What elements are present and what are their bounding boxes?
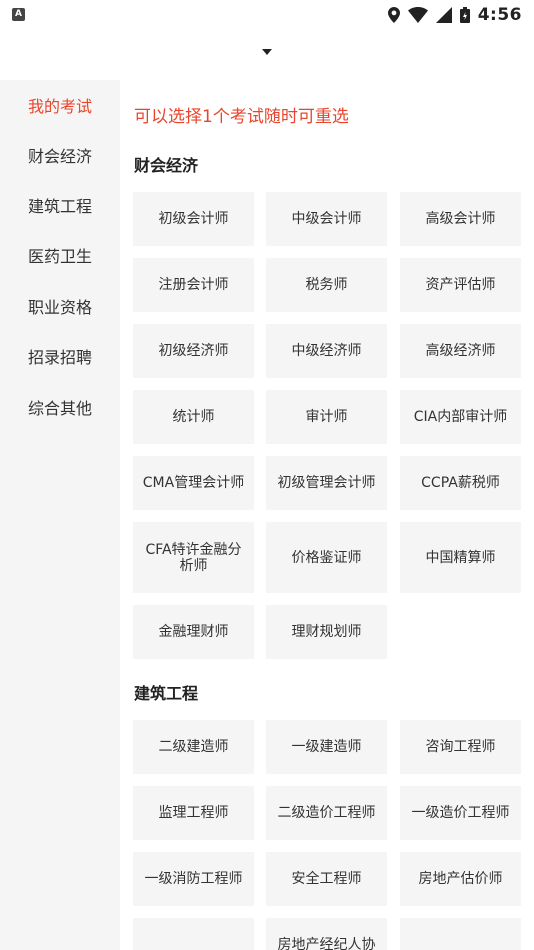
exam-option[interactable]: 初级经济师 (133, 324, 254, 378)
exam-option[interactable]: 统计师 (133, 390, 254, 444)
status-icons: 4:56 (387, 5, 522, 25)
exam-option[interactable]: CMA管理会计师 (133, 456, 254, 510)
location-icon (387, 7, 400, 23)
exam-option[interactable]: CIA内部审计师 (400, 390, 521, 444)
exam-option[interactable]: 安全工程师 (266, 852, 387, 906)
dropdown-arrow-icon[interactable] (262, 49, 272, 55)
exam-option[interactable]: 一级消防工程师 (133, 852, 254, 906)
category-sidebar: 我的考试财会经济建筑工程医药卫生职业资格招录招聘综合其他 (0, 80, 120, 950)
exam-option[interactable]: 价格鉴证师 (266, 522, 387, 593)
exam-option[interactable]: 理财规划师 (266, 605, 387, 659)
exam-option[interactable] (133, 918, 254, 950)
sidebar-item[interactable]: 招录招聘 (0, 343, 120, 373)
exam-option[interactable]: 中国精算师 (400, 522, 521, 593)
exam-list: 可以选择1个考试随时可重选 财会经济初级会计师 中级会计师 高级会计师注册会计师 税务… (120, 80, 534, 950)
sidebar-item[interactable]: 医药卫生 (0, 242, 120, 272)
exam-option[interactable]: 二级建造师 (133, 720, 254, 774)
exam-option[interactable]: 监理工程师 (133, 786, 254, 840)
section-title: 建筑工程 (134, 684, 199, 703)
exam-option[interactable]: 房地产经纪人协 (266, 918, 387, 950)
sidebar-item[interactable]: 综合其他 (0, 394, 120, 424)
exam-option[interactable]: 一级建造师 (266, 720, 387, 774)
exam-option[interactable]: 审计师 (266, 390, 387, 444)
exam-option[interactable]: 咨询工程师 (400, 720, 521, 774)
exam-option[interactable]: 初级会计师 (133, 192, 254, 246)
select-hint: 可以选择1个考试随时可重选 (134, 107, 349, 127)
sidebar-item[interactable]: 我的考试 (0, 92, 120, 122)
exam-option[interactable]: 资产评估师 (400, 258, 521, 312)
exam-option[interactable]: 金融理财师 (133, 605, 254, 659)
battery-icon (459, 7, 470, 23)
status-time: 4:56 (477, 5, 522, 25)
signal-icon (435, 7, 452, 23)
exam-option[interactable]: 一级造价工程师 (400, 786, 521, 840)
exam-option[interactable]: 二级造价工程师 (266, 786, 387, 840)
sidebar-item[interactable]: 财会经济 (0, 142, 120, 172)
exam-option[interactable]: 中级经济师 (266, 324, 387, 378)
wifi-icon (407, 7, 428, 23)
exam-option[interactable]: CCPA薪税师 (400, 456, 521, 510)
exam-option[interactable]: 高级会计师 (400, 192, 521, 246)
exam-option[interactable]: 中级会计师 (266, 192, 387, 246)
exam-option[interactable]: 税务师 (266, 258, 387, 312)
section-title: 财会经济 (134, 156, 199, 175)
exam-option[interactable]: 初级管理会计师 (266, 456, 387, 510)
exam-option[interactable]: 高级经济师 (400, 324, 521, 378)
exam-option[interactable]: 注册会计师 (133, 258, 254, 312)
sidebar-item[interactable]: 建筑工程 (0, 192, 120, 222)
exam-option[interactable]: CFA特许金融分析师 (133, 522, 254, 593)
exam-option[interactable]: 房地产估价师 (400, 852, 521, 906)
notification-icon: A (12, 8, 25, 21)
sidebar-item[interactable]: 职业资格 (0, 293, 120, 323)
exam-option[interactable] (400, 918, 521, 950)
status-bar: A 4:56 (0, 0, 534, 30)
